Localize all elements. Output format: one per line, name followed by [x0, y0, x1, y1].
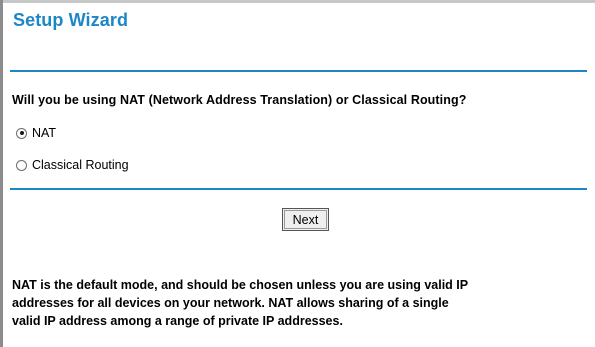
- options-divider: [10, 188, 587, 190]
- nat-radio-option[interactable]: NAT: [16, 126, 56, 140]
- classical-routing-radio-option[interactable]: Classical Routing: [16, 158, 129, 172]
- panel-left-border: [0, 0, 3, 347]
- next-button[interactable]: Next: [282, 208, 329, 231]
- routing-question: Will you be using NAT (Network Address T…: [12, 93, 467, 107]
- help-text-line: NAT is the default mode, and should be c…: [12, 278, 469, 292]
- help-text-line: addresses for all devices on your networ…: [12, 296, 449, 310]
- page-title: Setup Wizard: [13, 10, 129, 30]
- title-divider: [10, 70, 587, 72]
- help-text-line: valid IP address among a range of privat…: [12, 314, 343, 328]
- wizard-panel: Setup Wizard Will you be using NAT (Netw…: [0, 0, 595, 347]
- help-text: NAT is the default mode, and should be c…: [12, 276, 587, 330]
- classical-routing-radio-label: Classical Routing: [32, 158, 129, 172]
- panel-top-border: [0, 0, 595, 3]
- classical-routing-radio-button[interactable]: [16, 159, 27, 171]
- nat-radio-label: NAT: [32, 126, 57, 140]
- nat-radio-button[interactable]: [16, 127, 27, 139]
